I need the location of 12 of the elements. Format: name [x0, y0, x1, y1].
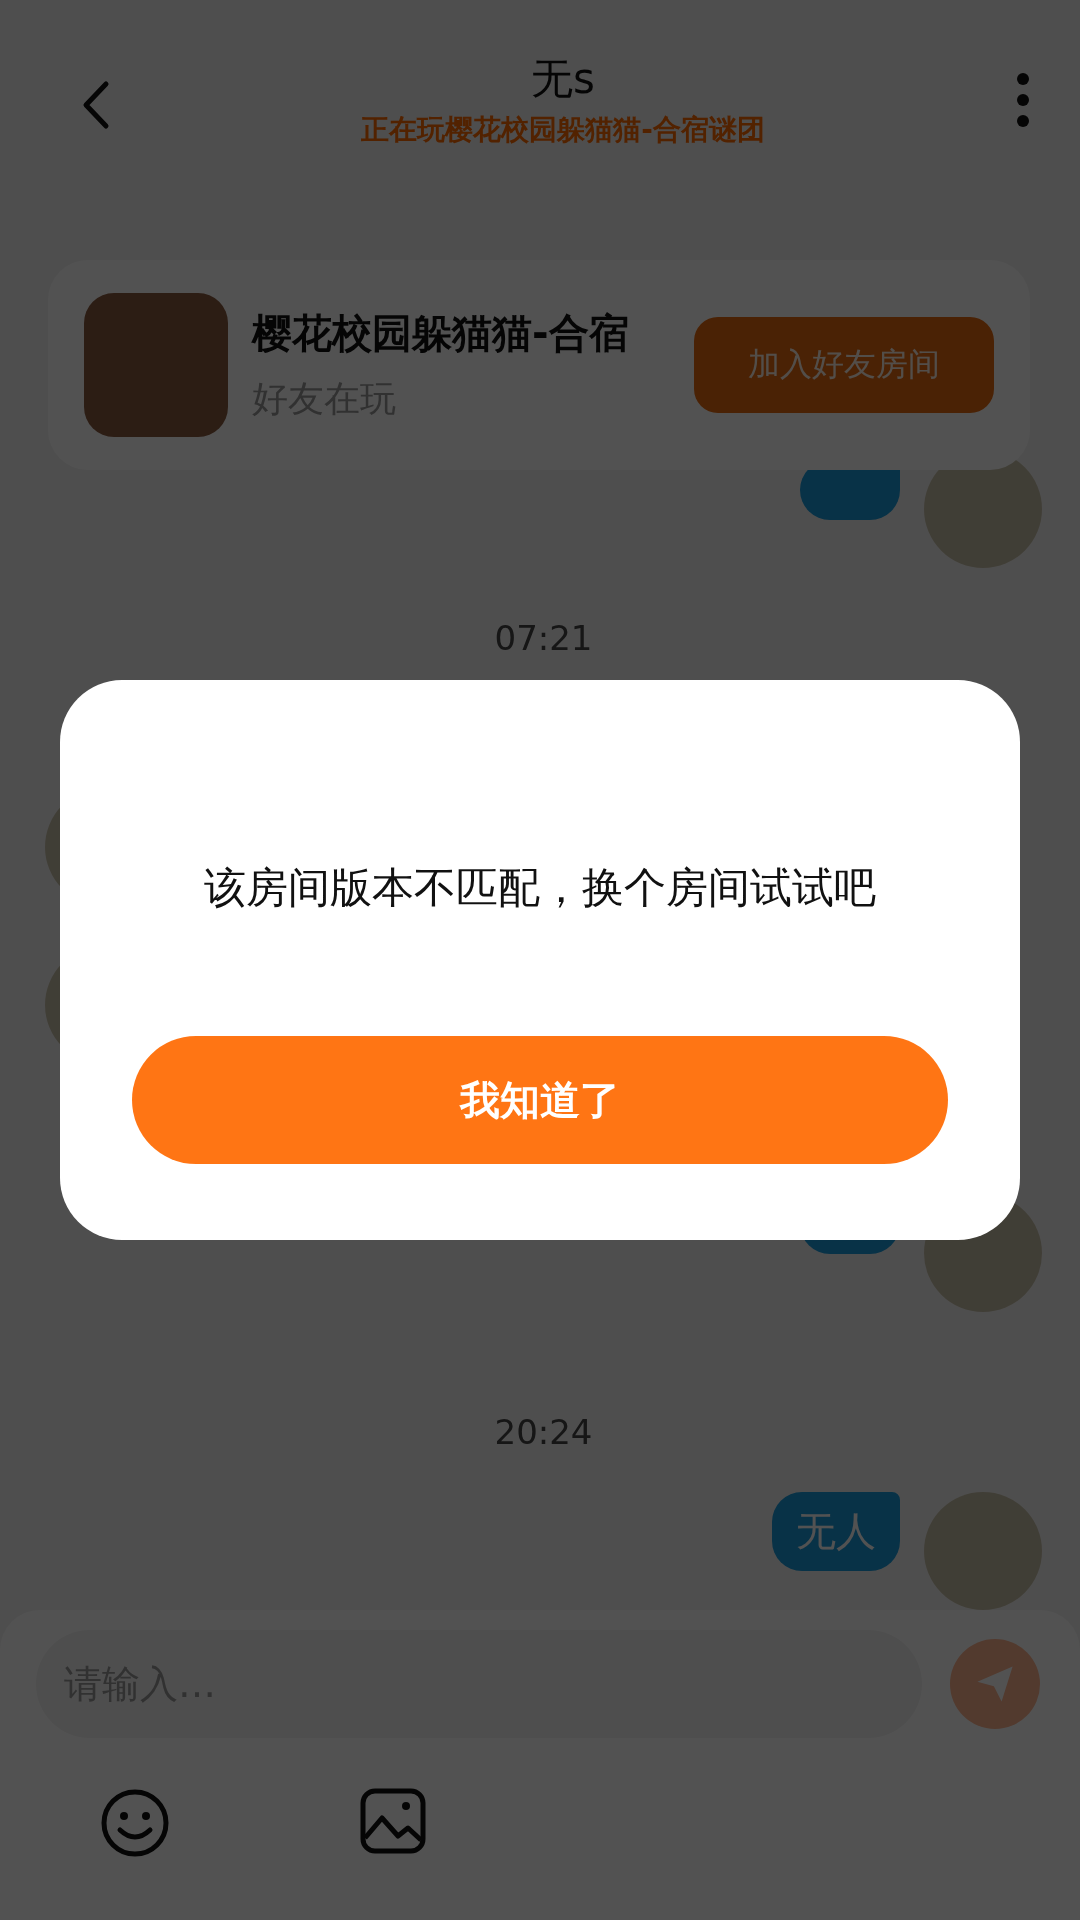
confirm-button[interactable]: 我知道了 — [132, 1036, 948, 1164]
image-icon[interactable] — [360, 1788, 426, 1854]
game-title: 樱花校园躲猫猫-合宿 — [252, 309, 630, 358]
chat-title: 无s — [531, 53, 595, 105]
dialog-message: 该房间版本不匹配，换个房间试试吧 — [204, 862, 876, 914]
more-icon[interactable] — [1016, 72, 1030, 128]
join-room-button[interactable]: 加入好友房间 — [694, 317, 994, 413]
timestamp: 07:21 — [493, 618, 594, 658]
smiley-icon[interactable] — [100, 1788, 170, 1858]
timestamp: 20:24 — [493, 1412, 594, 1452]
message-bubble: 无人 — [772, 1492, 900, 1571]
playing-status: 正在玩樱花校园躲猫猫-合宿谜团 — [361, 112, 765, 148]
